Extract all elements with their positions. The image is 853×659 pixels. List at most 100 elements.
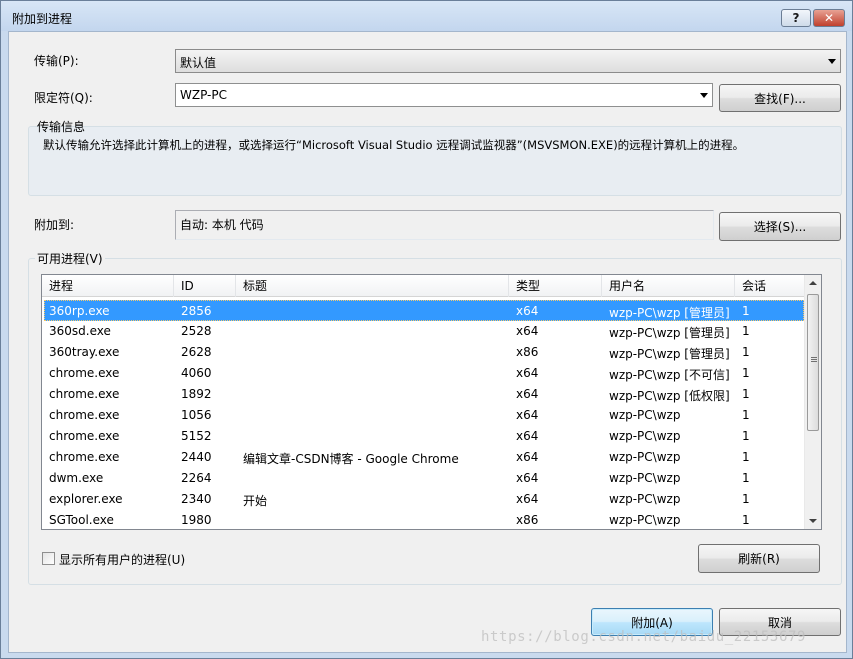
process-type: x86 (516, 345, 539, 359)
transport-info-text: 默认传输允许选择此计算机上的进程，或选择运行“Microsoft Visual … (43, 138, 745, 152)
process-user: wzp-PC\wzp [管理员] (609, 347, 730, 361)
transport-info-title: 传输信息 (37, 120, 86, 134)
table-row[interactable]: chrome.exe 5152 x64 wzp-PC\wzp 1 (44, 426, 804, 447)
chevron-down-icon (828, 59, 836, 64)
refresh-button[interactable]: 刷新(R) (698, 544, 820, 573)
process-id: 1980 (181, 513, 212, 527)
process-session: 1 (742, 408, 750, 422)
process-session: 1 (742, 450, 750, 464)
process-name: SGTool.exe (49, 513, 114, 527)
process-id: 2628 (181, 345, 212, 359)
process-session: 1 (742, 513, 750, 527)
qualifier-value: WZP-PC (180, 88, 228, 102)
select-code-type-button[interactable]: 选择(S)... (719, 212, 841, 241)
table-row[interactable]: 360sd.exe 2528 x64 wzp-PC\wzp [管理员] 1 (44, 321, 804, 342)
close-button[interactable]: ✕ (813, 9, 845, 27)
process-type: x64 (516, 408, 539, 422)
show-all-users-label[interactable]: 显示所有用户的进程(U) (59, 551, 185, 568)
process-id: 5152 (181, 429, 212, 443)
process-session: 1 (742, 304, 750, 318)
process-type: x86 (516, 513, 539, 527)
process-user: wzp-PC\wzp (609, 408, 681, 422)
attach-to-label: 附加到: (34, 218, 75, 232)
transport-label: 传输(P): (34, 54, 79, 68)
process-session: 1 (742, 345, 750, 359)
process-list[interactable]: 进程 ID 标题 类型 用户名 会话 360rp.exe 2856 x64 wz… (41, 274, 822, 530)
attach-to-value: 自动: 本机 代码 (180, 218, 264, 232)
process-user: wzp-PC\wzp (609, 492, 681, 506)
qualifier-combo[interactable]: WZP-PC (175, 83, 713, 107)
process-user: wzp-PC\wzp [管理员] (609, 306, 730, 320)
table-row[interactable]: chrome.exe 4060 x64 wzp-PC\wzp [不可信] 1 (44, 363, 804, 384)
process-type: x64 (516, 492, 539, 506)
process-title: 编辑文章-CSDN博客 - Google Chrome (243, 452, 459, 466)
title-bar[interactable]: 附加到进程 ? ✕ (1, 1, 852, 31)
process-name: explorer.exe (49, 492, 123, 506)
process-type: x64 (516, 366, 539, 380)
process-type: x64 (516, 304, 539, 318)
process-session: 1 (742, 387, 750, 401)
watermark: https://blog.csdn.net/baidu_22153679 (481, 629, 807, 645)
scrollbar-thumb[interactable] (807, 294, 819, 431)
column-header-title[interactable]: 标题 (236, 275, 509, 297)
find-button[interactable]: 查找(F)... (719, 84, 841, 112)
table-row[interactable]: 360tray.exe 2628 x86 wzp-PC\wzp [管理员] 1 (44, 342, 804, 363)
attach-to-process-dialog: 附加到进程 ? ✕ 传输(P): 默认值 限定符(Q): WZP-PC 查找(F… (0, 0, 853, 659)
transport-value: 默认值 (180, 56, 217, 70)
process-type: x64 (516, 429, 539, 443)
process-id: 2340 (181, 492, 212, 506)
process-name: dwm.exe (49, 471, 104, 485)
process-name: chrome.exe (49, 387, 120, 401)
process-name: chrome.exe (49, 429, 120, 443)
process-user: wzp-PC\wzp (609, 429, 681, 443)
attach-to-field: 自动: 本机 代码 (175, 210, 714, 240)
process-name: 360sd.exe (49, 324, 111, 338)
table-row[interactable]: chrome.exe 1892 x64 wzp-PC\wzp [低权限] 1 (44, 384, 804, 405)
process-type: x64 (516, 471, 539, 485)
process-title: 开始 (243, 494, 268, 508)
process-type: x64 (516, 324, 539, 338)
process-id: 4060 (181, 366, 212, 380)
grip-line (811, 359, 817, 360)
table-row[interactable]: explorer.exe 2340 开始 x64 wzp-PC\wzp 1 (44, 489, 804, 510)
scroll-down-icon[interactable] (809, 519, 817, 523)
column-header-type[interactable]: 类型 (509, 275, 602, 297)
show-all-users-checkbox[interactable] (42, 552, 55, 565)
process-user: wzp-PC\wzp [不可信] (609, 368, 730, 382)
grip-line (811, 361, 817, 362)
process-id: 2528 (181, 324, 212, 338)
table-row[interactable]: chrome.exe 2440 编辑文章-CSDN博客 - Google Chr… (44, 447, 804, 468)
help-button[interactable]: ? (781, 9, 811, 27)
process-id: 2264 (181, 471, 212, 485)
table-row[interactable]: dwm.exe 2264 x64 wzp-PC\wzp 1 (44, 468, 804, 489)
grip-line (811, 357, 817, 358)
process-type: x64 (516, 450, 539, 464)
process-name: chrome.exe (49, 366, 120, 380)
process-user: wzp-PC\wzp (609, 471, 681, 485)
process-id: 2440 (181, 450, 212, 464)
process-id: 2856 (181, 304, 212, 318)
transport-combo[interactable]: 默认值 (175, 49, 841, 73)
table-row[interactable]: chrome.exe 1056 x64 wzp-PC\wzp 1 (44, 405, 804, 426)
column-header-username[interactable]: 用户名 (602, 275, 735, 297)
process-list-header: 进程 ID 标题 类型 用户名 会话 (42, 275, 805, 297)
process-user: wzp-PC\wzp (609, 450, 681, 464)
table-row[interactable]: SGTool.exe 1980 x86 wzp-PC\wzp 1 (44, 510, 804, 529)
column-header-session[interactable]: 会话 (735, 275, 805, 297)
window-title: 附加到进程 (12, 12, 73, 26)
process-user: wzp-PC\wzp (609, 513, 681, 527)
process-session: 1 (742, 366, 750, 380)
process-list-scrollbar[interactable] (804, 275, 821, 529)
table-row[interactable]: 360rp.exe 2856 x64 wzp-PC\wzp [管理员] 1 (44, 300, 804, 321)
column-header-id[interactable]: ID (174, 275, 236, 297)
column-header-process[interactable]: 进程 (42, 275, 174, 297)
dialog-content: 传输(P): 默认值 限定符(Q): WZP-PC 查找(F)... 传输信息 … (8, 31, 847, 653)
available-processes-title: 可用进程(V) (35, 250, 105, 267)
process-user: wzp-PC\wzp [低权限] (609, 389, 730, 403)
scroll-up-icon[interactable] (809, 281, 817, 285)
process-user: wzp-PC\wzp [管理员] (609, 326, 730, 340)
process-session: 1 (742, 324, 750, 338)
process-session: 1 (742, 471, 750, 485)
process-name: chrome.exe (49, 408, 120, 422)
qualifier-label: 限定符(Q): (34, 91, 93, 105)
